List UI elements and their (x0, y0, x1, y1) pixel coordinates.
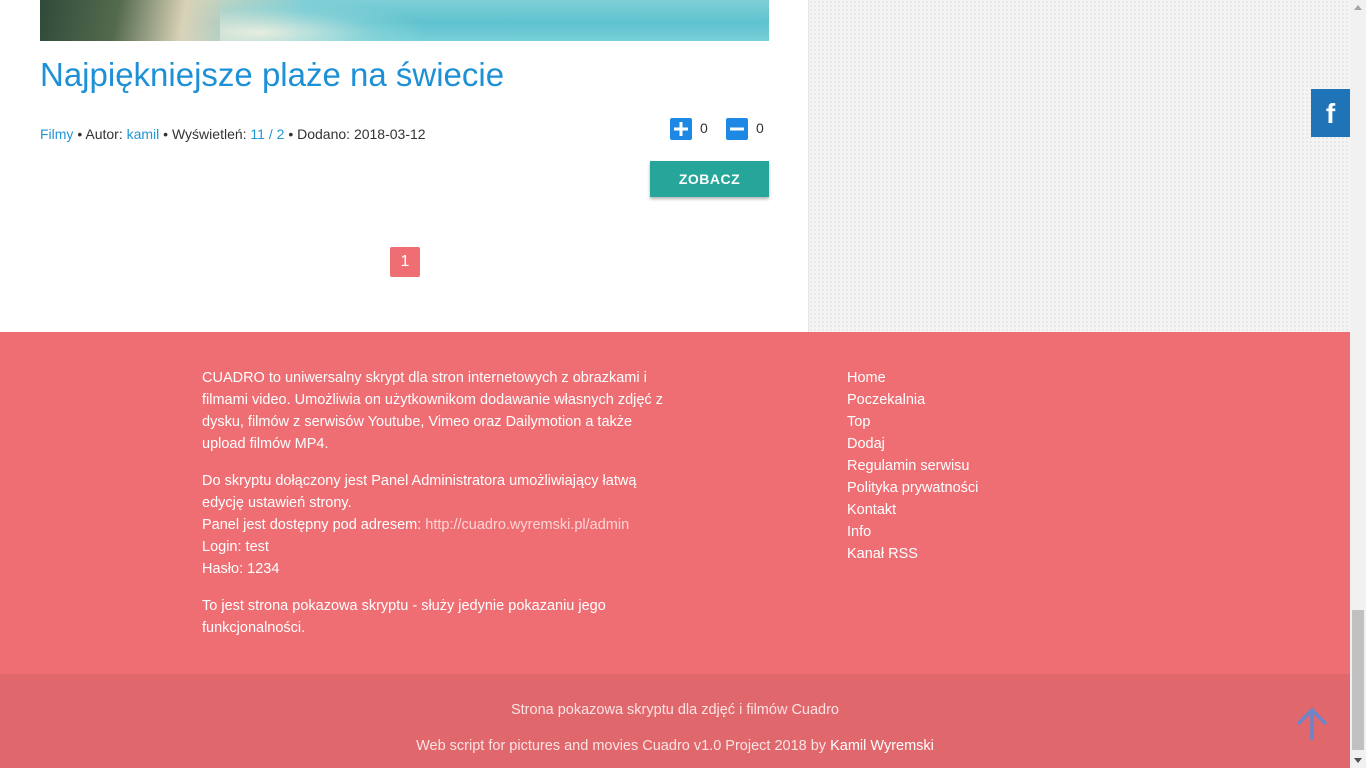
views-count[interactable]: 11 (250, 126, 265, 142)
footer-link-add[interactable]: Dodaj (847, 433, 978, 455)
scrollbar-thumb[interactable] (1352, 610, 1364, 750)
footer-password: Hasło: 1234 (202, 561, 280, 577)
footer-author-link[interactable]: Kamil Wyremski (830, 738, 934, 754)
footer-admin-url-label: Panel jest dostępny pod adresem: (202, 517, 422, 533)
meta-separator: • (288, 126, 294, 142)
page-scrollbar[interactable] (1350, 0, 1366, 768)
footer: CUADRO to uniwersalny skrypt dla stron i… (0, 332, 1350, 674)
footer-tagline: Strona pokazowa skryptu dla zdjęć i film… (510, 702, 839, 718)
scroll-up-arrow-icon[interactable] (1350, 0, 1366, 16)
plus-icon (674, 122, 688, 136)
minus-icon (730, 127, 744, 131)
author-label: Autor: (85, 126, 123, 142)
footer-bottom: Strona pokazowa skryptu dla zdjęć i film… (0, 674, 1350, 768)
views-label: Wyświetleń: (171, 126, 247, 142)
vote-up-count: 0 (700, 120, 708, 136)
view-post-button[interactable]: ZOBACZ (650, 161, 769, 197)
sidebar-background (809, 0, 1350, 332)
footer-link-contact[interactable]: Kontakt (847, 499, 978, 521)
footer-link-info[interactable]: Info (847, 521, 978, 543)
footer-link-top[interactable]: Top (847, 411, 978, 433)
meta-separator: • (77, 126, 83, 142)
footer-admin-description: Do skryptu dołączony jest Panel Administ… (202, 473, 637, 511)
footer-credits-text: Web script for pictures and movies Cuadr… (416, 738, 827, 754)
footer-login: Login: test (202, 539, 269, 555)
footer-link-home[interactable]: Home (847, 367, 978, 389)
beach-shallow-water (220, 0, 420, 41)
added-date: 2018-03-12 (353, 126, 426, 142)
footer-about-intro: CUADRO to uniwersalny skrypt dla stron i… (202, 370, 663, 452)
views-separator: / (268, 126, 273, 142)
admin-panel-link[interactable]: http://cuadro.wyremski.pl/admin (425, 517, 629, 533)
pagination-page-current[interactable]: 1 (390, 247, 420, 277)
footer-about: CUADRO to uniwersalny skrypt dla stron i… (202, 367, 672, 654)
main-column: Najpiękniejsze plaże na świecie Filmy • … (0, 0, 809, 332)
footer-link-rss[interactable]: Kanał RSS (847, 543, 978, 565)
vote-down-button[interactable] (726, 118, 748, 140)
added-label: Dodano: (297, 126, 351, 142)
footer-link-waiting-room[interactable]: Poczekalnia (847, 389, 978, 411)
meta-separator: • (163, 126, 169, 142)
category-link[interactable]: Filmy (40, 126, 73, 142)
post-meta: Filmy • Autor: kamil • Wyświetleń: 11 / … (40, 126, 426, 142)
back-to-top-button[interactable] (1293, 704, 1331, 744)
footer-link-privacy[interactable]: Polityka prywatności (847, 477, 978, 499)
views-unique-count[interactable]: 2 (277, 126, 285, 142)
author-link[interactable]: kamil (127, 126, 160, 142)
facebook-share-button[interactable]: f (1311, 89, 1350, 137)
facebook-icon: f (1325, 98, 1336, 129)
footer-about-admin: Do skryptu dołączony jest Panel Administ… (202, 470, 672, 580)
post-title[interactable]: Najpiękniejsze plaże na świecie (40, 56, 504, 94)
arrow-up-icon (1296, 707, 1328, 740)
content-area: Najpiękniejsze plaże na świecie Filmy • … (0, 0, 1350, 332)
footer-about-demo: To jest strona pokazowa skryptu - służy … (202, 598, 606, 636)
footer-credits: Web script for pictures and movies Cuadr… (0, 738, 1350, 754)
footer-link-terms[interactable]: Regulamin serwisu (847, 455, 978, 477)
scroll-down-arrow-icon[interactable] (1350, 752, 1366, 768)
footer-nav: Home Poczekalnia Top Dodaj Regulamin ser… (847, 367, 978, 565)
vote-down-count: 0 (756, 120, 764, 136)
vote-up-button[interactable] (670, 118, 692, 140)
post-image[interactable] (40, 0, 769, 41)
